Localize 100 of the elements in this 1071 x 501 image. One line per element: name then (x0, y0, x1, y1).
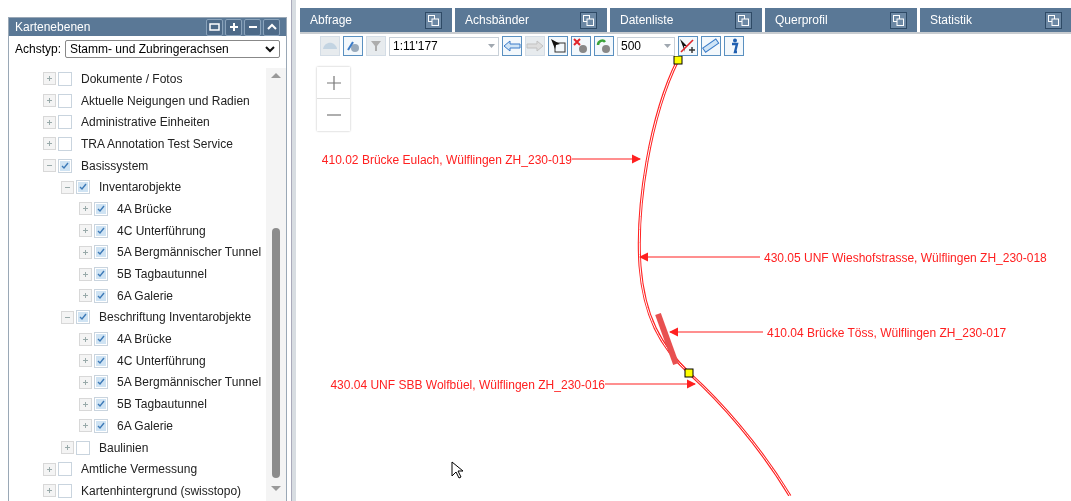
layer-checkbox[interactable] (94, 332, 108, 347)
plus-icon (46, 487, 53, 495)
layer-checkbox[interactable] (58, 93, 72, 108)
layer-checkbox[interactable] (94, 201, 108, 216)
layer-label[interactable]: 5A Bergmännischer Tunnel (117, 373, 262, 392)
scroll-down-icon[interactable] (271, 486, 281, 492)
expand-toggle[interactable] (79, 224, 92, 238)
restore-icon[interactable] (890, 11, 907, 29)
layer-checkbox[interactable] (76, 310, 90, 325)
scale-combobox[interactable]: 500 (617, 36, 675, 56)
layer-checkbox[interactable] (94, 353, 108, 368)
layer-checkbox[interactable] (58, 71, 72, 86)
layer-label[interactable]: Administrative Einheiten (81, 113, 210, 132)
panel-tab[interactable]: Abfrage (300, 8, 452, 32)
panel-tab[interactable]: Querprofil (765, 8, 917, 32)
expand-toggle[interactable] (43, 94, 56, 108)
layer-label[interactable]: Kartenhintergrund (swisstopo) (81, 481, 242, 500)
layer-label[interactable]: 6A Galerie (117, 416, 174, 435)
layer-label[interactable]: Inventarobjekte (99, 178, 182, 197)
collapse-toggle[interactable] (43, 159, 56, 173)
expand-toggle[interactable] (43, 484, 56, 498)
bridge-segment (655, 313, 679, 365)
panel-tab[interactable]: Datenliste (610, 8, 762, 32)
expand-toggle[interactable] (61, 441, 74, 455)
layer-checkbox[interactable] (94, 267, 108, 282)
layer-checkbox[interactable] (94, 223, 108, 238)
expand-toggle[interactable] (79, 419, 92, 433)
layer-checkbox[interactable] (58, 462, 72, 477)
layer-label[interactable]: 5B Tagbautunnel (117, 395, 207, 414)
plus-icon (46, 118, 53, 126)
expand-toggle[interactable] (79, 289, 92, 303)
layer-label[interactable]: 4C Unterführung (117, 351, 206, 370)
plus-icon[interactable] (225, 18, 242, 36)
scrollbar[interactable] (266, 68, 286, 501)
layer-label[interactable]: 4A Brücke (117, 330, 172, 349)
plus-icon (82, 378, 89, 386)
scrollbar-thumb[interactable] (272, 228, 280, 478)
layer-label[interactable]: Basissystem (81, 156, 149, 175)
panel-title: Kartenebenen (15, 19, 92, 36)
restore-icon[interactable] (1045, 11, 1062, 29)
expand-toggle[interactable] (79, 332, 92, 346)
restore-icon[interactable] (425, 11, 442, 29)
layer-checkbox[interactable] (58, 158, 72, 173)
layer-checkbox[interactable] (76, 180, 90, 195)
map-canvas[interactable]: 410.02 Brücke Eulach, Wülflingen ZH_230-019 430.05 UNF Wieshofstrasse, Wülflingen ZH_230-018 410.04 Brücke Töss, Wülflingen ZH_230-017 430.04 UNF SBB Wolfbüel, Wülflingen ZH_230-016 (300, 56, 1071, 501)
map-annotation: 430.05 UNF Wieshofstrasse, Wülflingen ZH_230-018 (764, 250, 1047, 267)
layer-checkbox[interactable] (58, 483, 72, 498)
restore-icon[interactable] (735, 11, 752, 29)
collapse-toggle[interactable] (61, 310, 74, 324)
layer-label[interactable]: Baulinien (99, 438, 149, 457)
plus-icon (46, 465, 53, 473)
plus-icon (46, 75, 53, 83)
layer-checkbox[interactable] (94, 397, 108, 412)
layer-checkbox[interactable] (94, 418, 108, 433)
plus-icon (82, 422, 89, 430)
layer-label[interactable]: 5B Tagbautunnel (117, 265, 207, 284)
expand-toggle[interactable] (79, 267, 92, 281)
axis-type-select[interactable]: Stamm- und Zubringerachsen (65, 40, 280, 58)
scale-combobox[interactable]: 1:11'177 (389, 36, 499, 56)
panel-tab[interactable]: Statistik (920, 8, 1071, 32)
toolbar-tool-icon[interactable] (548, 36, 568, 56)
layer-checkbox[interactable] (58, 136, 72, 151)
expand-toggle[interactable] (43, 137, 56, 151)
panel-tab[interactable]: Achsbänder (455, 8, 607, 32)
collapse-icon[interactable] (263, 18, 280, 36)
expand-toggle[interactable] (79, 397, 92, 411)
layer-label[interactable]: Amtliche Vermessung (81, 460, 198, 479)
expand-toggle[interactable] (79, 245, 92, 259)
plus-icon (82, 205, 89, 213)
collapse-toggle[interactable] (61, 180, 74, 194)
maximize-icon[interactable] (206, 18, 223, 36)
toolbar-tool-icon[interactable] (678, 36, 698, 56)
layer-label[interactable]: 4C Unterführung (117, 221, 206, 240)
expand-toggle[interactable] (43, 72, 56, 86)
layer-label[interactable]: 4A Brücke (117, 199, 172, 218)
plus-icon (82, 357, 89, 365)
layer-label[interactable]: Beschriftung Inventarobjekte (99, 308, 252, 327)
plus-icon (82, 292, 89, 300)
layer-checkbox[interactable] (94, 375, 108, 390)
layer-checkbox[interactable] (76, 440, 90, 455)
layer-label[interactable]: TRA Annotation Test Service (81, 134, 233, 153)
map-annotation: 410.04 Brücke Töss, Wülflingen ZH_230-017 (767, 325, 1007, 342)
layer-label[interactable]: 6A Galerie (117, 286, 174, 305)
leader-line (571, 154, 642, 164)
expand-toggle[interactable] (79, 202, 92, 216)
scroll-up-icon[interactable] (271, 72, 281, 78)
restore-icon[interactable] (580, 11, 597, 29)
layer-checkbox[interactable] (94, 288, 108, 303)
layer-label[interactable]: Dokumente / Fotos (81, 69, 183, 88)
minus-icon[interactable] (244, 18, 261, 36)
layer-checkbox[interactable] (58, 115, 72, 130)
expand-toggle[interactable] (43, 462, 56, 476)
expand-toggle[interactable] (79, 354, 92, 368)
layer-label[interactable]: Aktuelle Neigungen und Radien (81, 91, 250, 110)
expand-toggle[interactable] (79, 375, 92, 389)
expand-toggle[interactable] (43, 115, 56, 129)
zoom-in-icon[interactable] (317, 67, 350, 99)
layer-label[interactable]: 5A Bergmännischer Tunnel (117, 243, 262, 262)
layer-checkbox[interactable] (94, 245, 108, 260)
zoom-out-icon[interactable] (317, 99, 350, 131)
